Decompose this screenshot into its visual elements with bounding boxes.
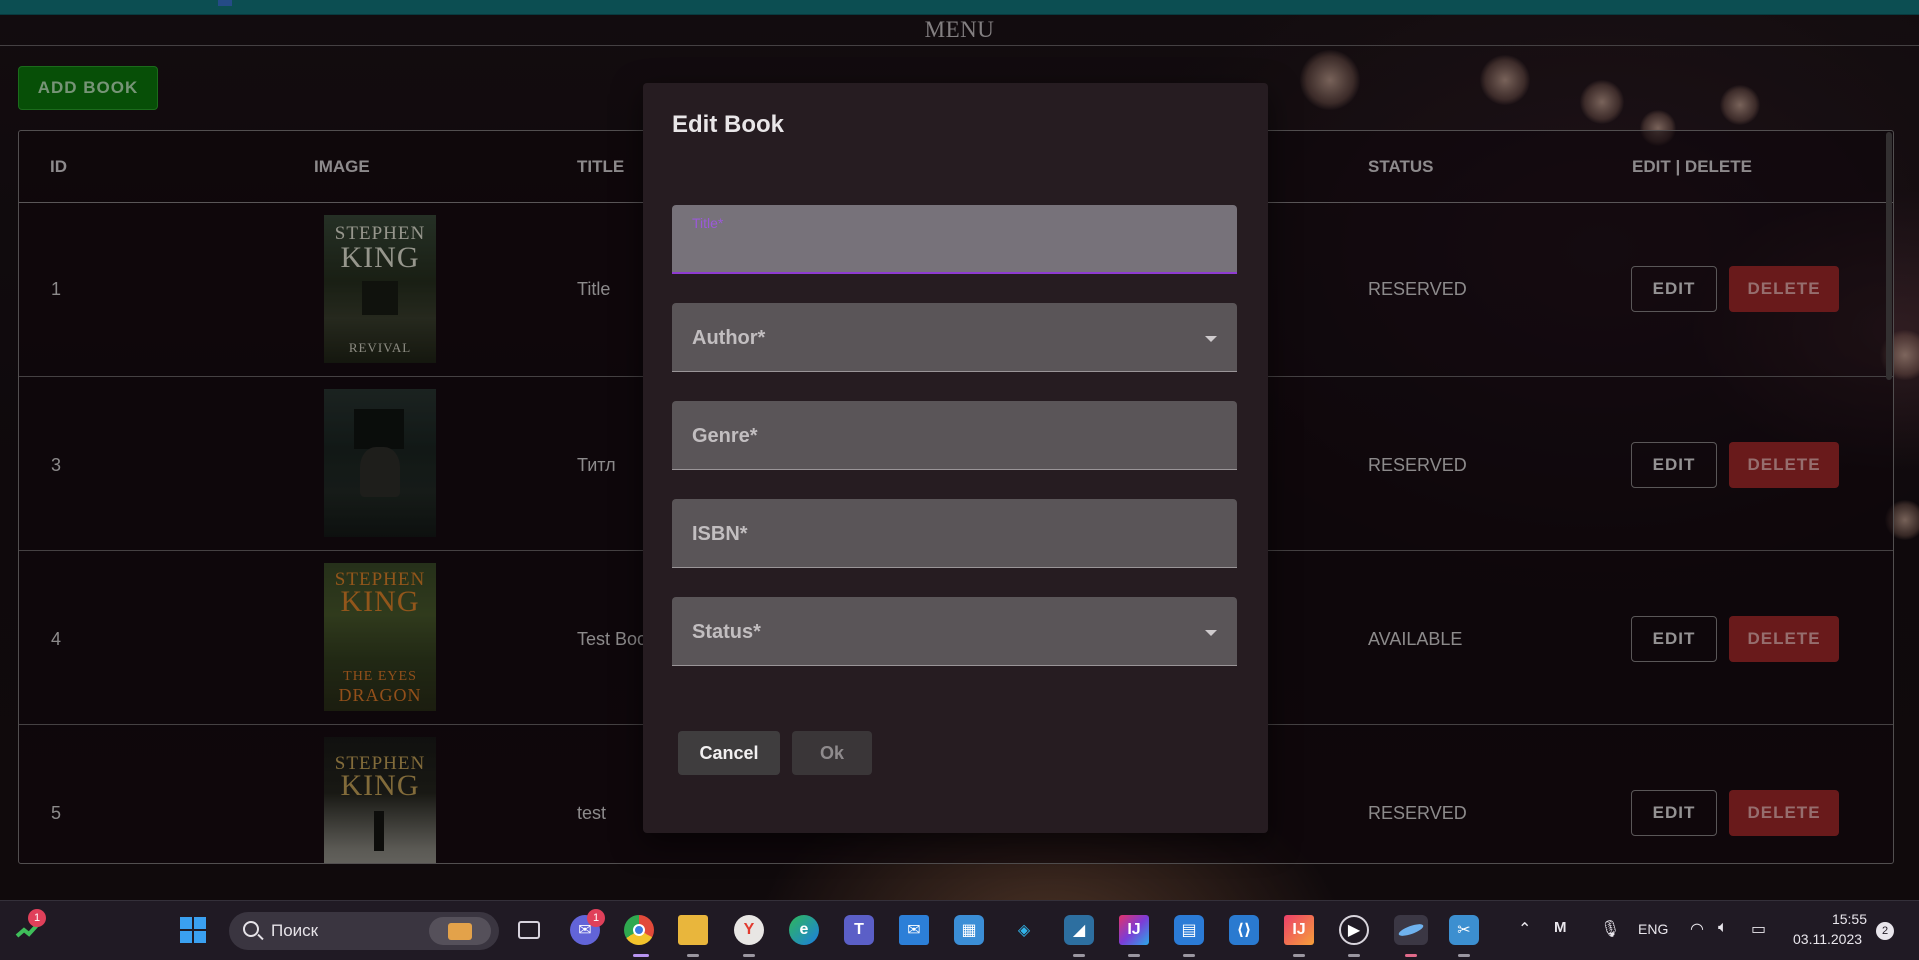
notification-count-badge[interactable]: 2 [1876,922,1894,940]
app-indicator [687,954,699,957]
chrome-icon[interactable] [624,915,654,945]
media-player-icon[interactable]: ▶ [1339,915,1369,945]
app-indicator [1293,954,1305,957]
edge-icon[interactable]: e [789,915,819,945]
intellij-icon[interactable]: IJ [1119,915,1149,945]
defender-icon[interactable]: ◈ [1009,915,1039,945]
tray-app-icon[interactable]: M [1554,919,1567,936]
app-indicator [1458,954,1470,957]
author-select[interactable]: Author* [672,303,1237,372]
isbn-field-label: ISBN* [692,523,748,545]
app-indicator [1348,954,1360,957]
title-field-label: Title* [692,215,724,231]
windows-taskbar: 1 Поиск ✉ 1 Y e T ✉ ▦ ◈ ◢ IJ ▤ ⟨⟩ IJ ▶ ✂… [0,900,1919,960]
snipping-tool-icon[interactable]: ✂ [1449,915,1479,945]
clock-time[interactable]: 15:55 [1829,911,1867,927]
author-field-label: Author* [692,327,766,349]
app-indicator [1183,954,1195,957]
ok-button[interactable]: Ok [792,731,872,775]
app-plane-icon[interactable] [1394,915,1428,945]
app-indicator [1073,954,1085,957]
datagrip-icon[interactable]: IJ [1284,915,1314,945]
wifi-icon[interactable]: ◠ [1690,919,1704,939]
edit-book-dialog: Edit Book Title* Author* Genre* ISBN* St… [643,83,1268,833]
chevron-up-icon[interactable]: ⌃ [1518,919,1531,939]
language-indicator[interactable]: ENG [1638,921,1668,937]
genre-field-label: Genre* [692,425,758,447]
genre-field[interactable]: Genre* [672,401,1237,470]
taskbar-search-input[interactable]: Поиск [229,912,499,950]
volume-icon[interactable]: 🔈︎ [1718,919,1728,937]
dialog-title: Edit Book [672,111,784,138]
microphone-icon[interactable]: 🎙︎ [1600,919,1620,939]
task-view-icon[interactable] [514,915,544,945]
search-placeholder: Поиск [271,921,319,940]
title-field[interactable]: Title* [672,205,1237,274]
app-indicator [1405,954,1417,957]
calendar-icon[interactable]: ▤ [1174,915,1204,945]
notification-badge: 1 [587,909,605,927]
windows-start-icon[interactable] [178,915,208,945]
mysql-workbench-icon[interactable]: ◢ [1064,915,1094,945]
isbn-field[interactable]: ISBN* [672,499,1237,568]
battery-icon[interactable]: ▭ [1751,919,1766,939]
active-app-indicator [633,954,649,957]
notification-badge: 1 [28,909,46,927]
yandex-browser-icon[interactable]: Y [734,915,764,945]
search-icon [243,921,259,937]
app-indicator [1128,954,1140,957]
store-icon[interactable]: ▦ [954,915,984,945]
status-field-label: Status* [692,621,761,643]
mail-icon[interactable]: ✉ [899,915,929,945]
teams-icon[interactable]: T [844,915,874,945]
cancel-button[interactable]: Cancel [678,731,780,775]
status-select[interactable]: Status* [672,597,1237,666]
clock-date[interactable]: 03.11.2023 [1793,931,1862,947]
app-indicator [743,954,755,957]
chevron-down-icon [1205,336,1217,342]
chevron-down-icon [1205,630,1217,636]
file-explorer-icon[interactable] [678,915,708,945]
search-highlight-icon [429,917,491,945]
vscode-icon[interactable]: ⟨⟩ [1229,915,1259,945]
